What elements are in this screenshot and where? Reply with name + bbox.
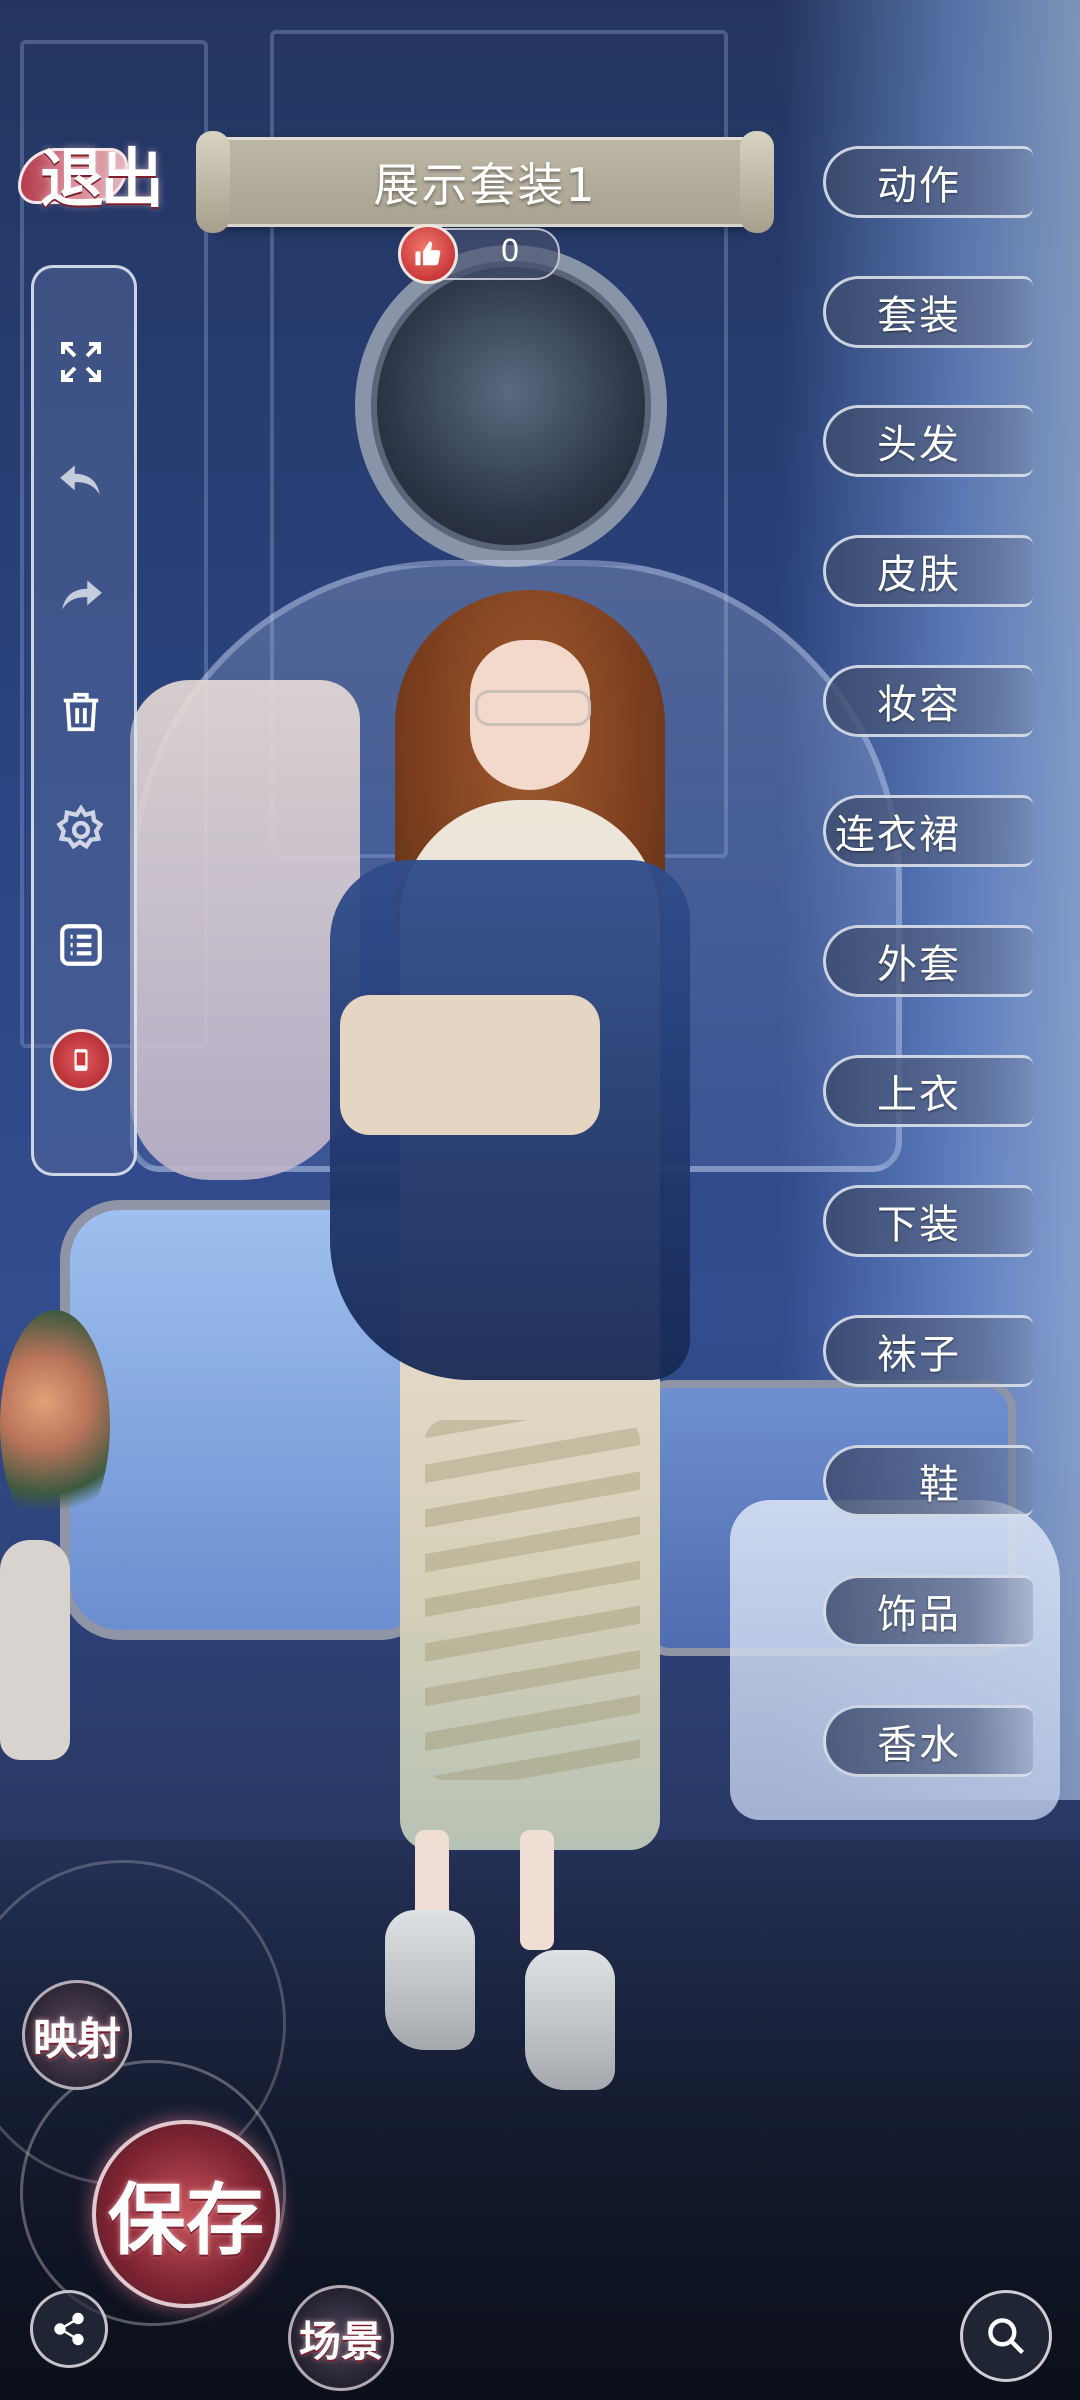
category-label: 皮肤 [877, 552, 961, 598]
category-accessories[interactable]: 饰品 [823, 1575, 1033, 1647]
category-label: 头发 [877, 422, 961, 468]
character-boot-right [525, 1950, 615, 2090]
scene-button[interactable]: 场景 [288, 2285, 394, 2391]
save-label: 保存 [107, 2175, 264, 2266]
share-button[interactable] [30, 2290, 108, 2368]
list-icon [60, 924, 102, 966]
category-socks[interactable]: 袜子 [823, 1315, 1033, 1387]
map-button[interactable]: 映射 [22, 1980, 132, 2090]
round-mirror [355, 245, 667, 567]
category-shoes[interactable]: 鞋 [823, 1445, 1033, 1517]
save-button[interactable]: 保存 [92, 2120, 280, 2308]
map-label: 映射 [33, 2014, 121, 2065]
phone-glyph [74, 1049, 88, 1071]
category-label: 袜子 [877, 1332, 961, 1378]
expand-icon [61, 342, 101, 382]
dress-pattern [425, 1420, 640, 1780]
category-label: 鞋 [919, 1462, 961, 1508]
like-count: 0 [500, 234, 520, 269]
white-vase [0, 1540, 70, 1760]
category-label: 套装 [877, 293, 961, 339]
ruffled-drape [130, 680, 360, 1180]
category-label: 香水 [877, 1722, 961, 1768]
category-label: 连衣裙 [835, 812, 961, 858]
category-perfume[interactable]: 香水 [823, 1705, 1033, 1777]
category-dress[interactable]: 连衣裙 [823, 795, 1033, 867]
settings-button[interactable] [46, 795, 116, 865]
category-label: 妆容 [877, 682, 961, 728]
redo-icon [62, 580, 102, 610]
category-bottom[interactable]: 下装 [823, 1185, 1033, 1257]
character-sleeve [340, 995, 600, 1135]
share-icon [54, 2312, 84, 2346]
category-label: 外套 [877, 942, 961, 988]
category-makeup[interactable]: 妆容 [823, 665, 1033, 737]
character-boot-left [385, 1910, 475, 2050]
category-label: 动作 [877, 163, 961, 209]
category-label: 下装 [877, 1202, 961, 1248]
search-icon [988, 2318, 1025, 2355]
trash-icon [63, 692, 99, 732]
search-button[interactable] [960, 2290, 1052, 2382]
gear-icon [56, 804, 104, 850]
character-glasses [475, 690, 591, 726]
category-skin[interactable]: 皮肤 [823, 535, 1033, 607]
undo-icon [60, 465, 100, 495]
category-hair[interactable]: 头发 [823, 405, 1033, 477]
fullscreen-button[interactable] [46, 327, 116, 397]
category-label: 上衣 [877, 1072, 961, 1118]
category-outfit[interactable]: 套装 [823, 276, 1033, 348]
delete-button[interactable] [46, 677, 116, 747]
outfit-title: 展示套装1 [373, 158, 597, 212]
character-leg-right [520, 1830, 554, 1950]
flower-bouquet [0, 1310, 110, 1540]
category-top[interactable]: 上衣 [823, 1055, 1033, 1127]
category-action[interactable]: 动作 [823, 146, 1033, 218]
thumbs-up-glyph [415, 241, 441, 266]
redo-button[interactable] [46, 560, 116, 630]
category-coat[interactable]: 外套 [823, 925, 1033, 997]
undo-button[interactable] [46, 445, 116, 515]
exit-label: 退出 [40, 142, 164, 217]
thumbs-up-icon[interactable] [398, 224, 458, 284]
phone-button[interactable] [46, 1025, 116, 1095]
category-label: 饰品 [877, 1592, 961, 1638]
scene-label: 场景 [298, 2316, 383, 2366]
outfit-title-banner: 展示套装1 [196, 131, 774, 233]
list-button[interactable] [46, 910, 116, 980]
phone-icon [50, 1029, 112, 1091]
